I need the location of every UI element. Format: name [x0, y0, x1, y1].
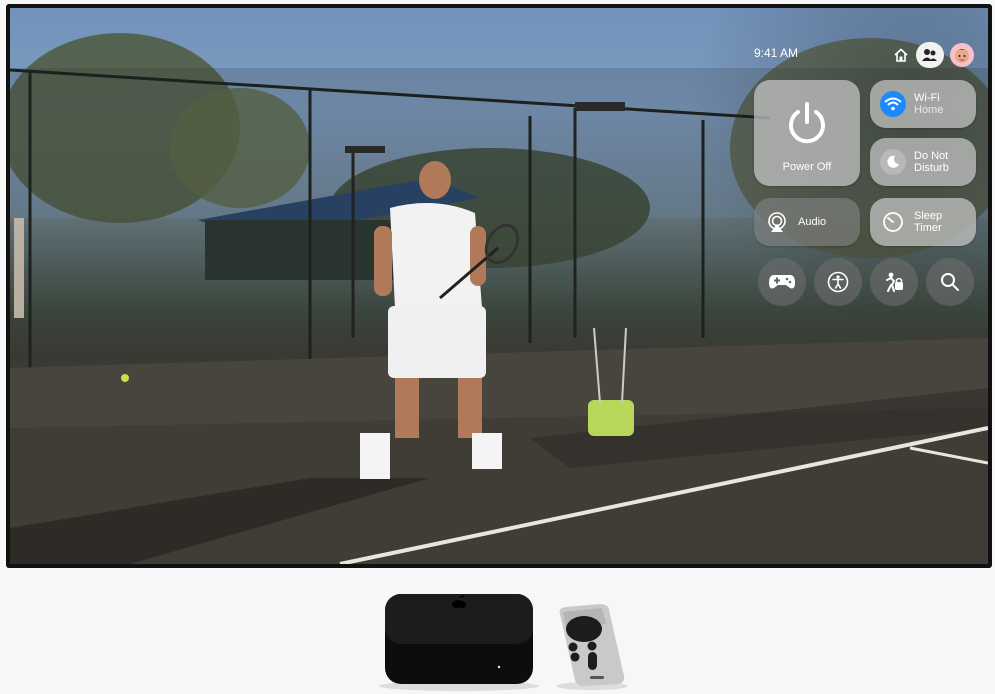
- audio-tile[interactable]: Audio: [754, 198, 860, 246]
- do-not-disturb-tile[interactable]: Do Not Disturb: [870, 138, 976, 186]
- moon-icon: [880, 149, 906, 175]
- child-lock-button[interactable]: [870, 258, 918, 306]
- power-icon: [789, 102, 825, 144]
- status-bar: 9:41 AM: [754, 42, 984, 68]
- clock: 9:41 AM: [754, 46, 799, 60]
- user-switch-button[interactable]: [916, 42, 944, 68]
- apple-tv-box: [379, 594, 539, 691]
- accessibility-button[interactable]: [814, 258, 862, 306]
- sleep-label-line1: Sleep: [914, 210, 943, 222]
- wifi-icon: [880, 91, 906, 117]
- control-center: Power Off Wi-Fi Home Do Not Disturb Audi…: [754, 80, 976, 306]
- siri-remote: [556, 604, 628, 690]
- avatar[interactable]: [950, 43, 974, 67]
- wifi-network-name: Home: [914, 104, 944, 116]
- game-controller-button[interactable]: [758, 258, 806, 306]
- wifi-label: Wi-Fi: [914, 92, 940, 104]
- search-button[interactable]: [926, 258, 974, 306]
- home-icon[interactable]: [892, 46, 910, 64]
- audio-label: Audio: [798, 216, 827, 228]
- search-icon: [941, 273, 959, 291]
- power-off-tile[interactable]: Power Off: [754, 80, 860, 186]
- remote-clickpad: [566, 616, 602, 642]
- child-lock-icon: [886, 272, 903, 292]
- sleep-timer-tile[interactable]: Sleep Timer: [870, 198, 976, 246]
- accessibility-icon: [827, 271, 849, 293]
- devices-area: [379, 594, 628, 691]
- power-off-label: Power Off: [782, 161, 832, 173]
- tv-screen: 9:41 AM Power Off Wi-Fi Home Do Not Dist…: [10, 8, 988, 564]
- dnd-label-line2: Disturb: [914, 162, 949, 174]
- memoji-icon: [955, 49, 969, 63]
- sleep-label-line2: Timer: [914, 222, 942, 234]
- timer-icon: [880, 209, 906, 235]
- wifi-tile[interactable]: Wi-Fi Home: [870, 80, 976, 128]
- dnd-label-line1: Do Not: [914, 150, 949, 162]
- game-controller-icon: [769, 275, 795, 289]
- tv-frame: 9:41 AM Power Off Wi-Fi Home Do Not Dist…: [6, 4, 992, 568]
- airplay-audio-icon: [764, 209, 790, 235]
- user-switch-icon: [922, 49, 937, 61]
